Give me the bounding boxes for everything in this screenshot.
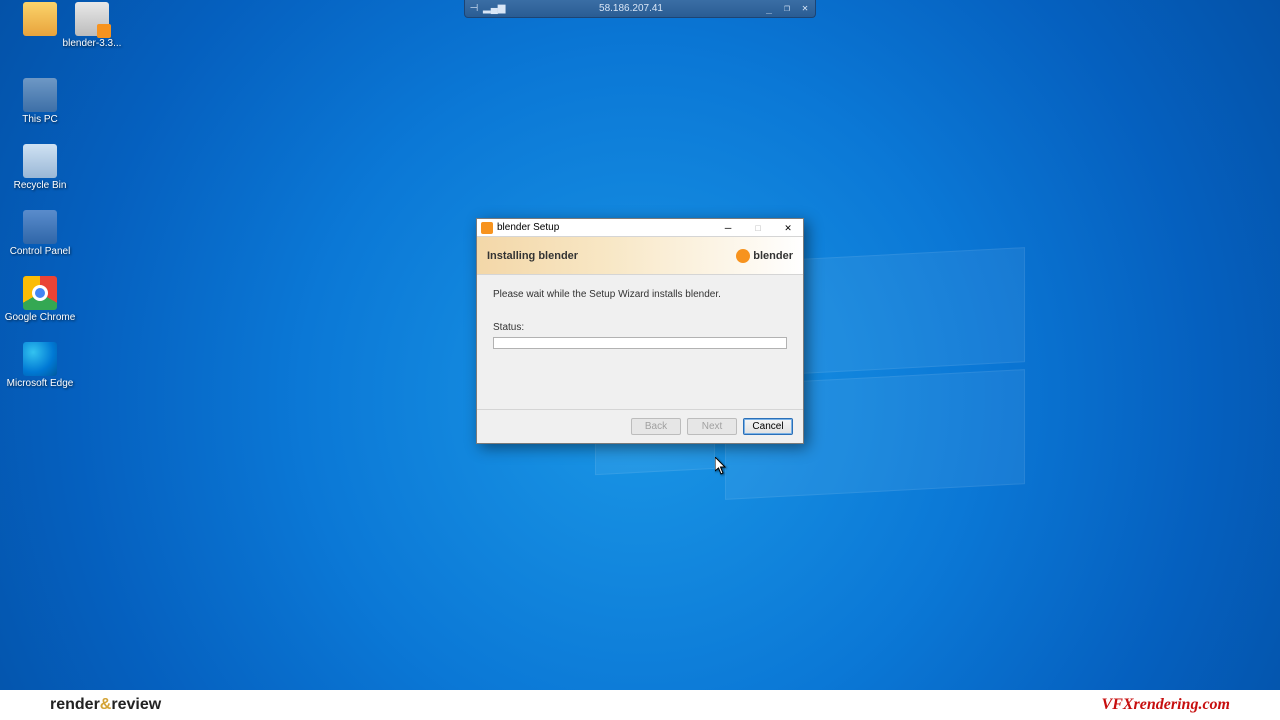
watermark-right: VFXrendering.com — [1102, 696, 1230, 714]
cancel-button[interactable]: Cancel — [743, 418, 793, 435]
window-title: blender Setup — [497, 222, 713, 233]
dialog-body: Please wait while the Setup Wizard insta… — [477, 275, 803, 409]
desktop-icon-this-pc[interactable]: This PC — [4, 78, 76, 126]
desktop-icon-chrome[interactable]: Google Chrome — [4, 276, 76, 324]
dialog-header-title: Installing blender — [487, 250, 578, 262]
installer-icon — [75, 2, 109, 36]
desktop-icon-control-panel[interactable]: Control Panel — [4, 210, 76, 258]
brand-text: blender — [753, 250, 793, 262]
recycle-bin-icon — [23, 144, 57, 178]
desktop-icons-col2: blender-3.3... — [56, 2, 128, 68]
status-label: Status: — [493, 322, 787, 333]
restore-button[interactable]: ❐ — [779, 2, 795, 16]
dialog-footer: Back Next Cancel — [477, 409, 803, 443]
session-ip: 58.186.207.41 — [501, 3, 761, 14]
desktop-icon-blender-msi[interactable]: blender-3.3... — [56, 2, 128, 50]
watermark-strip: render&review VFXrendering.com — [0, 690, 1280, 720]
window-maximize-button: ☐ — [743, 219, 773, 237]
desktop-icon-recycle-bin[interactable]: Recycle Bin — [4, 144, 76, 192]
desktop-icon-label: Microsoft Edge — [7, 378, 74, 390]
edge-icon — [23, 342, 57, 376]
dialog-message: Please wait while the Setup Wizard insta… — [493, 289, 787, 300]
desktop-icon-label: Google Chrome — [5, 312, 76, 324]
desktop-icon-label: Recycle Bin — [14, 180, 67, 192]
close-button[interactable]: ✕ — [797, 2, 813, 16]
blender-icon — [736, 249, 750, 263]
signal-icon: ▂▄▆ — [483, 3, 501, 14]
this-pc-icon — [23, 78, 57, 112]
desktop-icon-label: This PC — [22, 114, 58, 126]
app-icon — [481, 222, 493, 234]
rdp-session-bar: ⊣ ▂▄▆ 58.186.207.41 _ ❐ ✕ — [464, 0, 816, 18]
watermark-left: render&review — [50, 696, 161, 714]
pin-icon[interactable]: ⊣ — [465, 3, 483, 14]
titlebar[interactable]: blender Setup — ☐ ✕ — [477, 219, 803, 237]
desktop-icon-edge[interactable]: Microsoft Edge — [4, 342, 76, 390]
back-button: Back — [631, 418, 681, 435]
progress-bar — [493, 337, 787, 349]
window-close-button[interactable]: ✕ — [773, 219, 803, 237]
desktop-icon-label: blender-3.3... — [63, 38, 122, 50]
brand-logo: blender — [736, 249, 793, 263]
dialog-header: Installing blender blender — [477, 237, 803, 275]
control-panel-icon — [23, 210, 57, 244]
chrome-icon — [23, 276, 57, 310]
desktop-icon-label: Control Panel — [10, 246, 71, 258]
installer-dialog: blender Setup — ☐ ✕ Installing blender b… — [476, 218, 804, 444]
next-button: Next — [687, 418, 737, 435]
window-minimize-button[interactable]: — — [713, 219, 743, 237]
folder-icon — [23, 2, 57, 36]
minimize-button[interactable]: _ — [761, 2, 777, 16]
